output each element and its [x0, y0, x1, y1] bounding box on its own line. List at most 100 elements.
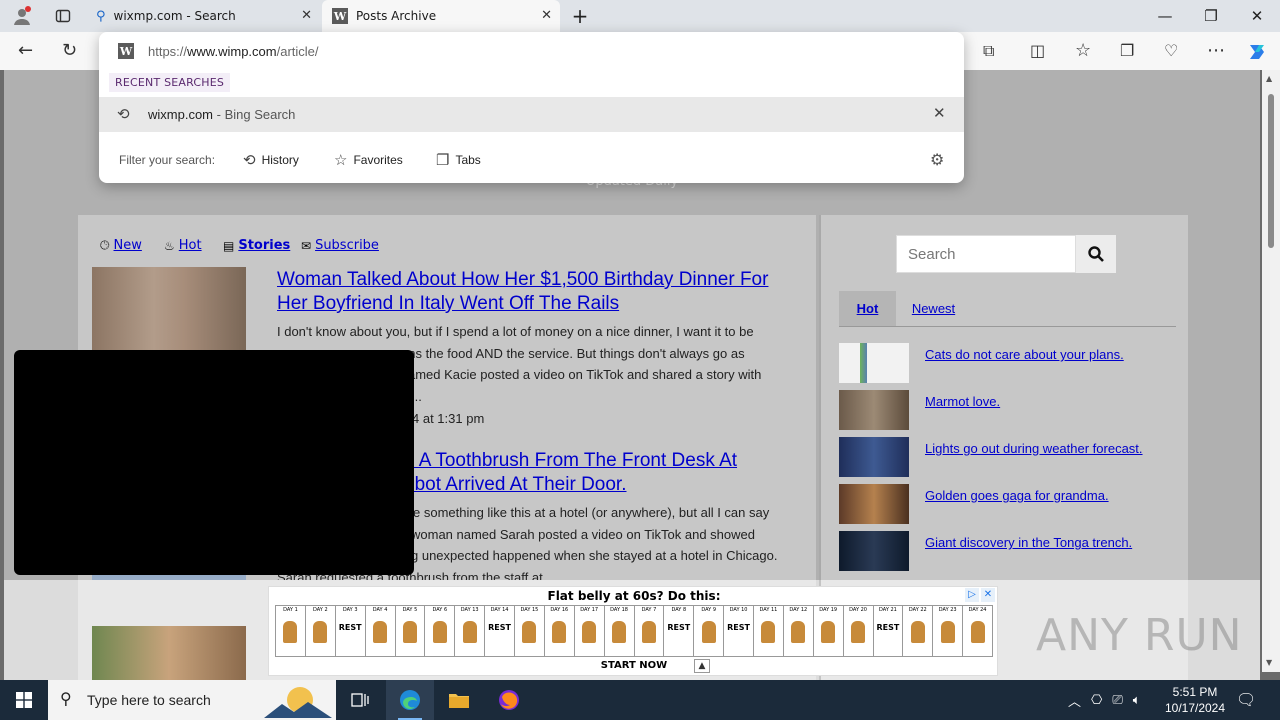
- ad-day-label: DAY 20: [849, 607, 867, 613]
- browser-essentials-icon[interactable]: ♡: [1164, 41, 1178, 61]
- suggestion-item[interactable]: ⟲ wixmp.com - Bing Search ✕: [99, 97, 964, 132]
- ad-day-label: DAY 16: [550, 607, 569, 613]
- scroll-thumb[interactable]: [1268, 94, 1274, 248]
- nav-hot-link[interactable]: Hot: [179, 238, 202, 253]
- sidebar-item-link[interactable]: Golden goes gaga for grandma.: [925, 488, 1109, 503]
- sidebar-item[interactable]: Golden goes gaga for grandma.: [839, 484, 1179, 524]
- close-tab-icon[interactable]: ✕: [541, 8, 552, 23]
- advertisement[interactable]: Flat belly at 60s? Do this: ▷ ✕ DAY 1 DAY…: [268, 586, 998, 676]
- address-bar-input[interactable]: https://www.wimp.com/article/: [148, 44, 319, 59]
- nav-subscribe[interactable]: ✉ Subscribe: [301, 238, 379, 253]
- refresh-icon[interactable]: ↻: [62, 41, 77, 61]
- filter-history[interactable]: ⟲ History: [243, 151, 299, 169]
- scrollbar[interactable]: ▲ ▼: [1262, 70, 1280, 672]
- network-icon[interactable]: ⎚: [1112, 693, 1122, 708]
- sidebar-tab-hot[interactable]: Hot: [839, 291, 896, 326]
- tab-posts-archive[interactable]: W Posts Archive ✕: [322, 0, 560, 32]
- exercise-figure-icon: [701, 621, 716, 643]
- profile-icon[interactable]: [0, 0, 44, 32]
- ad-day-label: DAY 19: [819, 607, 838, 613]
- nav-new-link[interactable]: New: [114, 238, 142, 253]
- sidebar-item-link[interactable]: Giant discovery in the Tonga trench.: [925, 535, 1132, 550]
- history-icon: ⟲: [243, 152, 256, 169]
- article-title[interactable]: d A Toothbrush From The Front Desk At ob…: [404, 449, 784, 497]
- ad-day-label: DAY 14: [490, 607, 509, 613]
- exercise-figure-icon: [821, 621, 836, 643]
- nav-subscribe-link[interactable]: Subscribe: [315, 238, 379, 253]
- nav-stories[interactable]: ▤ Stories: [223, 238, 290, 253]
- scroll-down-icon[interactable]: ▼: [1266, 658, 1272, 667]
- sidebar-tab-newest[interactable]: Newest: [896, 291, 971, 326]
- tab-search[interactable]: ⚲ wixmp.com - Search ✕: [86, 0, 320, 32]
- clock-time: 5:51 PM: [1172, 685, 1218, 699]
- sidebar-thumbnail: [839, 390, 909, 430]
- collections-icon[interactable]: ❐: [1120, 41, 1134, 61]
- clock[interactable]: 5:51 PM 10/17/2024: [1160, 684, 1230, 716]
- nav-new[interactable]: 🕒︎ New: [100, 238, 142, 253]
- ad-day-label: DAY 17: [580, 607, 599, 613]
- tab-strip: ⚲ wixmp.com - Search ✕ W Posts Archive ✕…: [0, 0, 1280, 32]
- sidebar-item[interactable]: Cats do not care about your plans.: [839, 343, 1179, 383]
- tab-title: Posts Archive: [356, 9, 437, 23]
- filter-favorites[interactable]: ☆ Favorites: [334, 151, 403, 169]
- exercise-figure-icon: [313, 621, 328, 643]
- edge-taskbar-icon[interactable]: [386, 680, 434, 720]
- sidebar-item-link[interactable]: Lights go out during weather forecast.: [925, 441, 1143, 456]
- more-menu-icon[interactable]: ⋯: [1207, 41, 1225, 61]
- back-icon[interactable]: ←: [18, 41, 33, 61]
- star-icon: ☆: [334, 152, 348, 169]
- split-screen-icon[interactable]: ◫: [1030, 41, 1045, 61]
- ad-day-label: DAY 21: [879, 607, 897, 613]
- extensions-icon[interactable]: ⧉: [983, 41, 994, 61]
- sidebar-item-link[interactable]: Cats do not care about your plans.: [925, 347, 1124, 362]
- taskbar-search[interactable]: ⚲ Type here to search: [48, 680, 336, 720]
- chevron-up-icon[interactable]: ︿: [1068, 691, 1081, 710]
- filter-tabs[interactable]: ❐ Tabs: [436, 151, 481, 169]
- ad-day-cell: DAY 21 REST: [873, 605, 904, 657]
- ad-day-cell: DAY 7: [634, 605, 665, 657]
- minimize-button[interactable]: —: [1142, 0, 1188, 32]
- chevron-up-icon[interactable]: ▲: [694, 659, 710, 673]
- tab-actions-icon[interactable]: [40, 0, 86, 32]
- restore-button[interactable]: ❐: [1188, 0, 1234, 32]
- sidebar-item[interactable]: Marmot love.: [839, 390, 1179, 430]
- copilot-icon[interactable]: [1246, 41, 1268, 68]
- filter-label-text: History: [261, 153, 299, 167]
- ad-day-label: DAY 18: [610, 607, 628, 613]
- sidebar-search-input[interactable]: Search: [896, 235, 1076, 273]
- title-line: obot Arrived At Their Door.: [404, 474, 627, 495]
- firefox-icon[interactable]: [485, 680, 533, 720]
- start-button[interactable]: [0, 680, 48, 720]
- ad-day-cell: DAY 10 REST: [724, 605, 754, 657]
- volume-icon[interactable]: 🔈︎: [1133, 693, 1141, 708]
- nav-hot[interactable]: ♨ Hot: [164, 238, 202, 253]
- new-tab-button[interactable]: +: [557, 0, 603, 32]
- notifications-icon[interactable]: 🗨︎: [1236, 690, 1256, 709]
- nav-stories-link[interactable]: Stories: [238, 238, 290, 253]
- article-thumbnail[interactable]: [92, 626, 246, 680]
- meet-now-icon[interactable]: ⎔: [1091, 693, 1102, 708]
- scroll-up-icon[interactable]: ▲: [1266, 74, 1272, 83]
- clock-icon: 🕒︎: [100, 238, 110, 252]
- remove-suggestion-icon[interactable]: ✕: [933, 104, 946, 122]
- gear-icon[interactable]: ⚙: [930, 150, 944, 169]
- exercise-figure-icon: [462, 621, 477, 643]
- close-tab-icon[interactable]: ✕: [301, 8, 312, 23]
- exercise-figure-icon: [432, 621, 447, 643]
- favorites-icon[interactable]: ☆: [1075, 41, 1091, 61]
- ad-cta[interactable]: START NOW: [269, 660, 999, 671]
- sidebar-item-link[interactable]: Marmot love.: [925, 394, 1000, 409]
- suggestion-query: wixmp.com: [148, 107, 214, 122]
- task-view-icon[interactable]: [336, 680, 384, 720]
- ad-close-icon[interactable]: ✕: [981, 588, 995, 602]
- close-window-button[interactable]: ✕: [1234, 0, 1280, 32]
- search-button[interactable]: [1076, 235, 1116, 273]
- exercise-figure-icon: [612, 621, 627, 643]
- sidebar-item[interactable]: Lights go out during weather forecast.: [839, 437, 1179, 477]
- ad-choices-icon[interactable]: ▷: [965, 588, 979, 602]
- exercise-figure-icon: [910, 621, 925, 643]
- file-explorer-icon[interactable]: [435, 680, 483, 720]
- article-title[interactable]: Woman Talked About How Her $1,500 Birthd…: [277, 268, 787, 316]
- address-bar-dropdown: W https://www.wimp.com/article/ RECENT S…: [99, 32, 964, 183]
- sidebar-item[interactable]: Giant discovery in the Tonga trench.: [839, 531, 1179, 571]
